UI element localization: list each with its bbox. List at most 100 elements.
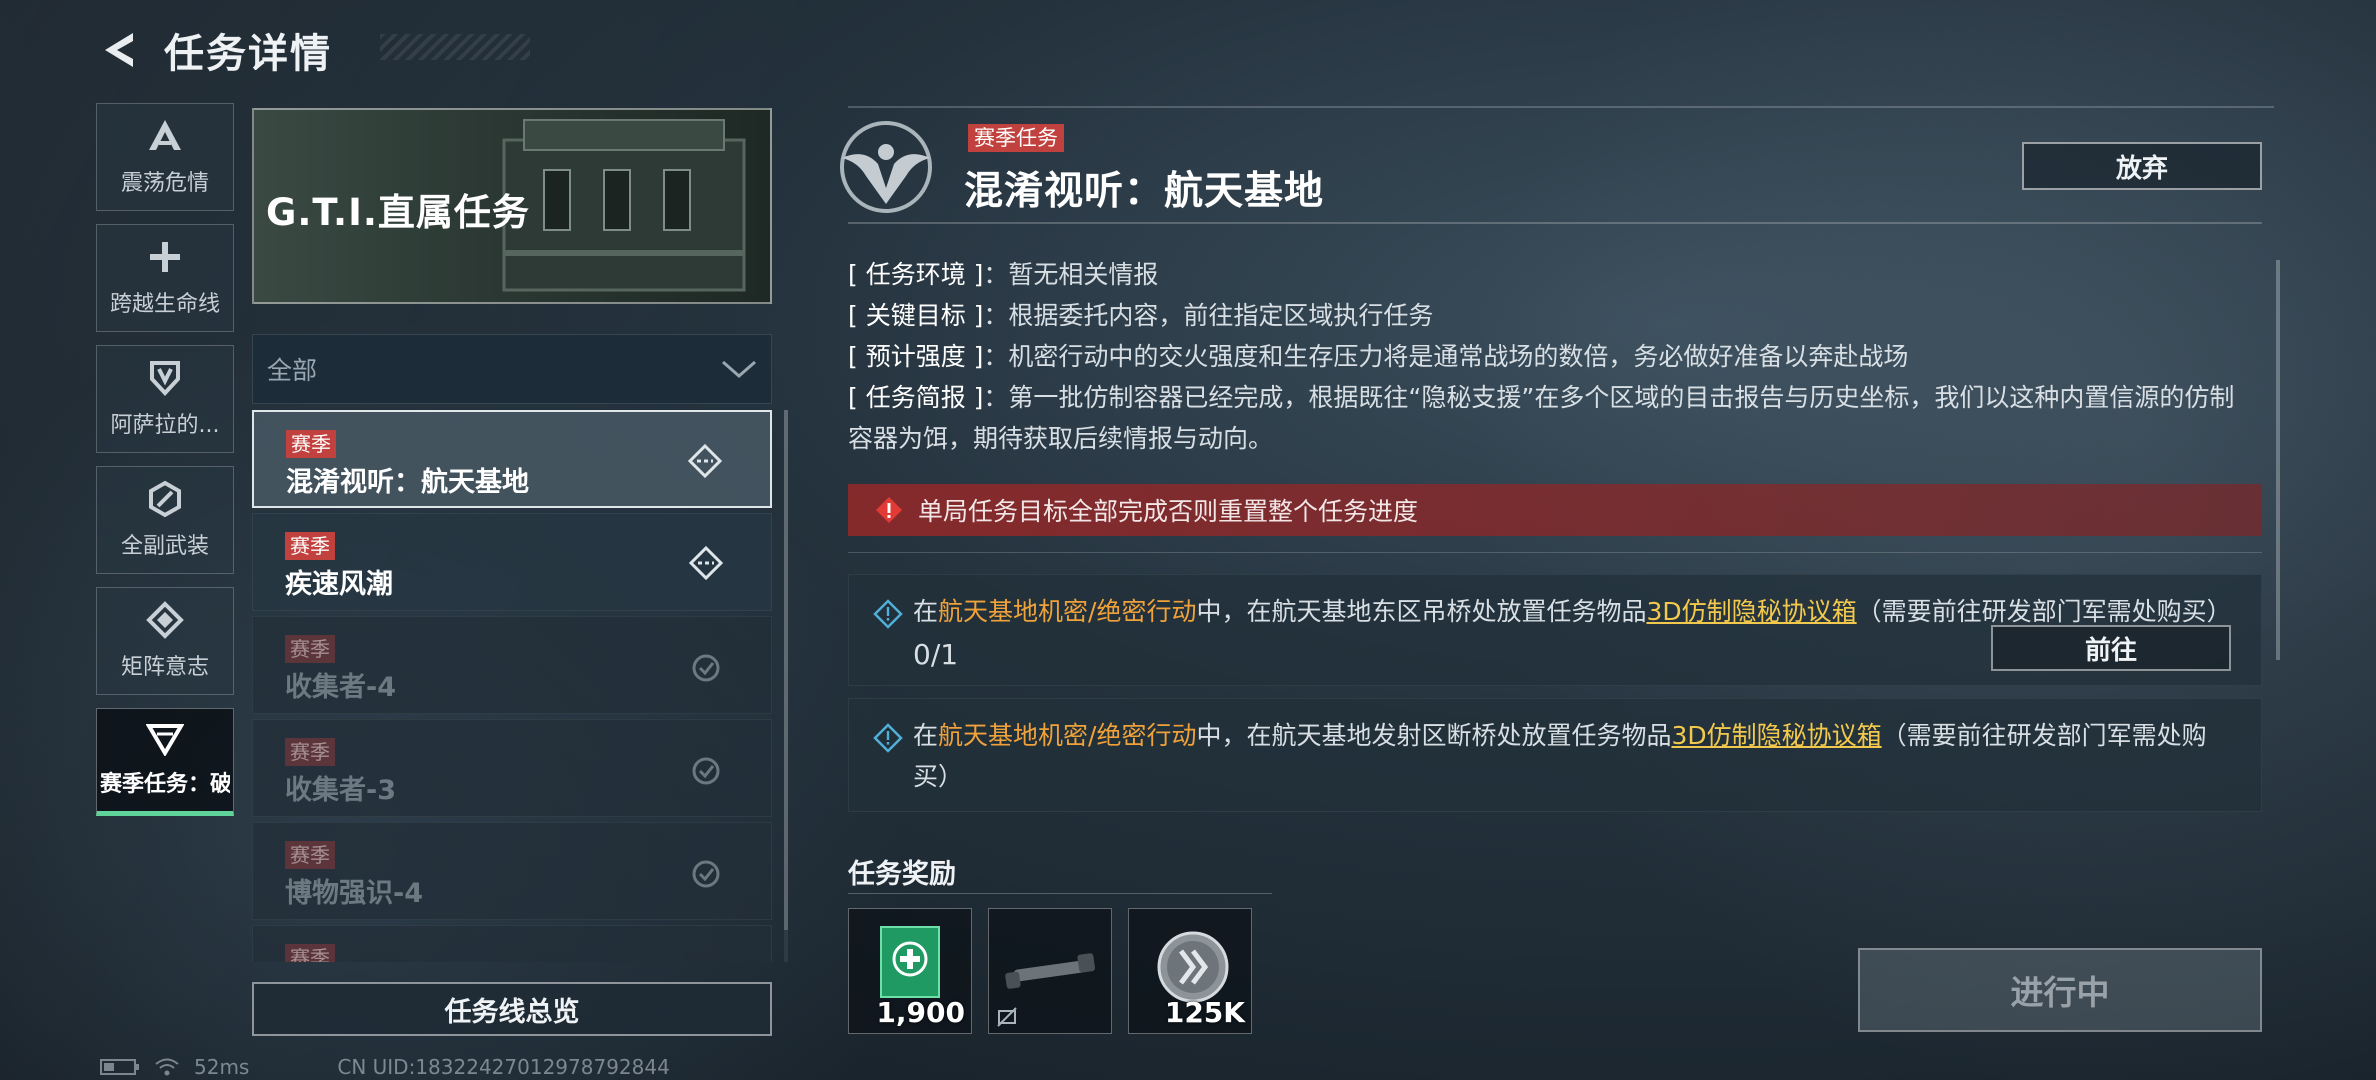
in-progress-icon xyxy=(689,546,723,580)
reward-item[interactable]: 125K xyxy=(1128,908,1252,1034)
mission-row[interactable]: 赛季 疾速风潮 xyxy=(252,513,772,611)
banner-title: G.T.I.直属任务 xyxy=(266,191,530,234)
objective-mode: 航天基地机密/绝密行动 xyxy=(938,721,1197,750)
warning-text: 单局任务目标全部完成否则重置整个任务进度 xyxy=(918,497,1419,526)
season-mission-tag: 赛季任务 xyxy=(968,124,1064,152)
unbound-icon xyxy=(997,1007,1017,1027)
objective-info-icon xyxy=(873,599,903,629)
objective-item: 在航天基地机密/绝密行动中，在航天基地发射区断桥处放置任务物品3D仿制隐秘协议箱… xyxy=(848,698,2262,812)
category-item-lifeline[interactable]: 跨越生命线 xyxy=(96,224,234,332)
season-tag: 赛季 xyxy=(285,635,335,663)
mission-line-overview-button[interactable]: 任务线总览 xyxy=(252,982,772,1036)
objective-list: 在航天基地机密/绝密行动中，在航天基地东区吊桥处放置任务物品3D仿制隐秘协议箱（… xyxy=(848,574,2262,822)
mission-filter-dropdown[interactable]: 全部 xyxy=(252,334,772,404)
info-key: [ 关键目标 ] xyxy=(848,301,984,330)
info-key: [ 预计强度 ] xyxy=(848,342,984,371)
filter-value: 全部 xyxy=(267,356,318,385)
reward-item[interactable]: 1,900 xyxy=(848,908,972,1034)
mission-row[interactable]: 赛季 博物强识-4 xyxy=(252,822,772,920)
category-label: 阿萨拉的... xyxy=(110,413,220,438)
mission-group-banner: G.T.I.直属任务 xyxy=(252,108,772,304)
objective-info-icon xyxy=(873,723,903,753)
mission-info: [ 任务环境 ]：暂无相关情报 [ 关键目标 ]：根据委托内容，前往指定区域执行… xyxy=(848,254,2258,459)
mission-row[interactable]: 赛季 收集者-4 xyxy=(252,616,772,714)
uid-text: CN UID:18322427012978792844 xyxy=(337,1055,670,1079)
reward-quantity: 125K xyxy=(1164,996,1245,1029)
detail-scrollbar[interactable] xyxy=(2276,260,2280,660)
reward-list: 1,900 125K xyxy=(848,908,1252,1034)
plus-icon xyxy=(150,242,180,272)
mission-row[interactable]: 赛季 xyxy=(252,925,772,962)
warning-banner: 单局任务目标全部完成否则重置整个任务进度 xyxy=(848,484,2262,536)
reward-title: 任务奖励 xyxy=(848,859,956,890)
season-tag: 赛季 xyxy=(285,738,335,766)
category-item-matrix-will[interactable]: 矩阵意志 xyxy=(96,587,234,695)
category-label: 震荡危情 xyxy=(120,171,209,196)
objective-text: 在航天基地机密/绝密行动中，在航天基地发射区断桥处放置任务物品3D仿制隐秘协议箱… xyxy=(913,715,2237,797)
completed-check-icon xyxy=(692,654,720,682)
divider xyxy=(848,106,2274,108)
objective-mode: 航天基地机密/绝密行动 xyxy=(938,597,1197,626)
mission-list-scrollbar[interactable] xyxy=(784,410,788,962)
info-briefing: [ 任务简报 ]：第一批仿制容器已经完成，根据既往“隐秘支援”在多个区域的目击报… xyxy=(848,383,2235,453)
season-tag: 赛季 xyxy=(285,944,335,962)
title-hatch-decoration xyxy=(380,34,530,60)
category-label: 全副武装 xyxy=(120,534,209,559)
battery-icon xyxy=(100,1059,139,1075)
back-button[interactable] xyxy=(96,27,142,73)
chevron-down-icon xyxy=(722,360,756,378)
mission-row[interactable]: 赛季 混淆视听：航天基地 xyxy=(252,410,772,508)
category-item-season[interactable]: 赛季任务：破 xyxy=(96,708,234,816)
objective-post: （需要前往研发部门军需处购买） xyxy=(1856,597,2232,626)
goto-button[interactable]: 前往 xyxy=(1991,625,2231,671)
objective-pre: 在 xyxy=(913,721,939,750)
info-value: 暂无相关情报 xyxy=(1008,260,1159,289)
objective-mid: 中，在航天基地发射区断桥处放置任务物品 xyxy=(1196,721,1672,750)
info-key: [ 任务简报 ] xyxy=(848,383,984,412)
page-title: 任务详情 xyxy=(164,31,332,77)
category-label: 矩阵意志 xyxy=(120,655,209,680)
divider xyxy=(848,893,1272,894)
scrollbar-thumb[interactable] xyxy=(784,410,788,930)
category-label: 赛季任务：破 xyxy=(100,772,230,797)
info-difficulty: [ 预计强度 ]：机密行动中的交火强度和生存压力将是通常战场的数倍，务必做好准备… xyxy=(848,342,1909,371)
triangle-a-icon xyxy=(149,120,181,150)
category-item-shock-crisis[interactable]: 震荡危情 xyxy=(96,103,234,211)
info-environment: [ 任务环境 ]：暂无相关情报 xyxy=(848,260,1159,289)
in-progress-status-button: 进行中 xyxy=(1858,948,2262,1032)
category-item-asala[interactable]: 阿萨拉的... xyxy=(96,345,234,453)
wifi-icon xyxy=(155,1058,179,1076)
shield-icon xyxy=(150,361,180,396)
completed-check-icon xyxy=(692,757,720,785)
reward-quantity: 1,900 xyxy=(876,996,965,1029)
info-key-target: [ 关键目标 ]：根据委托内容，前往指定区域执行任务 xyxy=(848,301,1434,330)
season-tag: 赛季 xyxy=(285,841,335,869)
info-value: 根据委托内容，前往指定区域执行任务 xyxy=(1008,301,1434,330)
objective-item-link[interactable]: 3D仿制隐秘协议箱 xyxy=(1646,597,1856,626)
info-value: 机密行动中的交火强度和生存压力将是通常战场的数倍，务必做好准备以奔赴战场 xyxy=(1008,342,1909,371)
mission-title: 混淆视听：航天基地 xyxy=(964,169,1325,214)
mission-row[interactable]: 赛季 收集者-3 xyxy=(252,719,772,817)
mission-list: 赛季 混淆视听：航天基地 赛季 疾速风潮 赛季 收集者-4 赛季 收集者-3 赛… xyxy=(252,410,772,962)
header: 任务详情 xyxy=(96,20,332,80)
info-key: [ 任务环境 ] xyxy=(848,260,984,289)
divider xyxy=(848,222,2262,224)
ping-value: 52ms xyxy=(194,1055,250,1079)
info-value: 第一批仿制容器已经完成，根据既往“隐秘支援”在多个区域的目击报告与历史坐标，我们… xyxy=(848,383,2235,453)
objective-item: 在航天基地机密/绝密行动中，在航天基地东区吊桥处放置任务物品3D仿制隐秘协议箱（… xyxy=(848,574,2262,686)
status-bar: 52ms CN UID:18322427012978792844 xyxy=(100,1054,670,1080)
objective-item-link[interactable]: 3D仿制隐秘协议箱 xyxy=(1671,721,1881,750)
divider xyxy=(848,552,2262,553)
reward-item[interactable] xyxy=(988,908,1112,1034)
category-sidebar: 震荡危情 跨越生命线 阿萨拉的... 全副武装 矩阵意志 赛季任务：破 xyxy=(96,103,234,829)
category-label: 跨越生命线 xyxy=(109,292,220,317)
season-tag: 赛季 xyxy=(286,430,336,458)
back-arrow-icon xyxy=(105,33,133,67)
category-item-fully-armed[interactable]: 全副武装 xyxy=(96,466,234,574)
eagle-emblem-icon xyxy=(840,121,932,213)
season-tag: 赛季 xyxy=(285,532,335,560)
objective-pre: 在 xyxy=(913,597,939,626)
abandon-button[interactable]: 放弃 xyxy=(2022,142,2262,190)
diamond-icon xyxy=(146,601,184,639)
completed-check-icon xyxy=(692,860,720,888)
